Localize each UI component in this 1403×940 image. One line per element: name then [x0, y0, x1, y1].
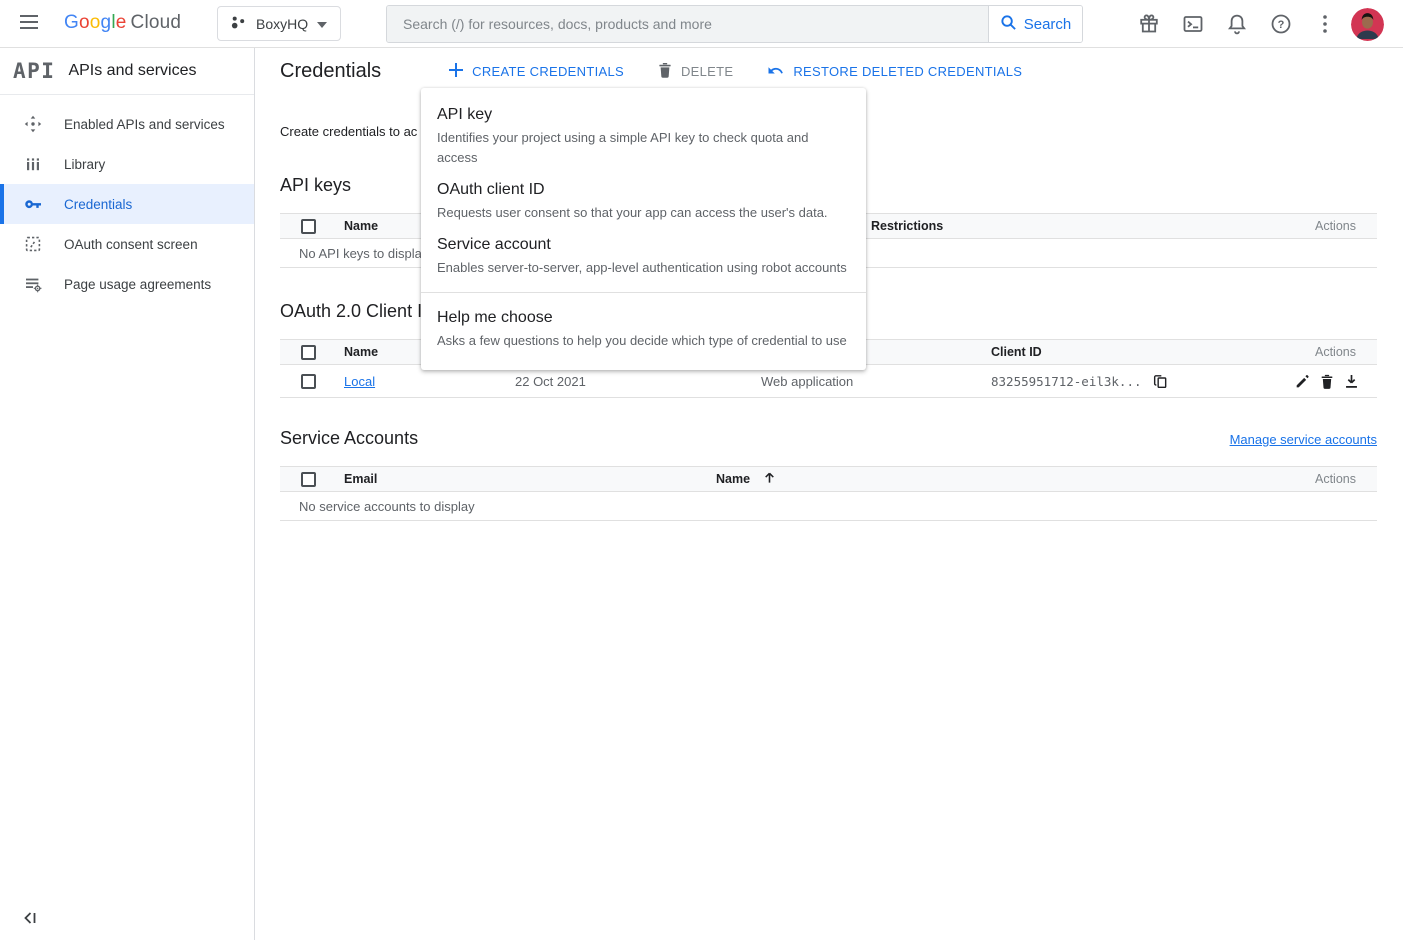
menu-item-title: OAuth client ID: [437, 178, 850, 202]
sidebar-item-library[interactable]: Library: [0, 144, 254, 184]
delete-label: DELETE: [681, 64, 733, 79]
sidebar-item-label: Enabled APIs and services: [64, 117, 225, 132]
sidebar-item-oauth-consent[interactable]: OAuth consent screen: [0, 224, 254, 264]
top-app-bar: GoogleCloud BoxyHQ Search ?: [0, 0, 1403, 48]
column-header-name: Name: [716, 472, 750, 486]
column-header-email: Email: [344, 472, 716, 486]
menu-item-description: Asks a few questions to help you decide …: [437, 331, 850, 351]
search-button[interactable]: Search: [988, 6, 1082, 42]
sidebar-item-enabled-apis[interactable]: Enabled APIs and services: [0, 104, 254, 144]
topbar-actions: ?: [1127, 0, 1387, 48]
menu-item-title: Help me choose: [437, 306, 850, 330]
column-header-restrictions: Restrictions: [871, 219, 1267, 233]
restore-deleted-credentials-button[interactable]: RESTORE DELETED CREDENTIALS: [759, 57, 1030, 86]
menu-item-description: Identifies your project using a simple A…: [437, 128, 850, 168]
sort-asc-icon: [763, 471, 776, 487]
project-icon: [230, 14, 247, 34]
menu-item-help-me-choose[interactable]: Help me choose Asks a few questions to h…: [421, 301, 866, 356]
enabled-apis-icon: [24, 115, 42, 133]
logo-letter: G: [64, 12, 79, 33]
search-icon: [1000, 14, 1017, 35]
page-title: Credentials: [280, 60, 381, 83]
search-button-label: Search: [1024, 16, 1072, 33]
creation-date-cell: 22 Oct 2021: [515, 374, 761, 389]
copy-icon[interactable]: [1151, 372, 1170, 391]
menu-item-service-account[interactable]: Service account Enables server-to-server…: [421, 228, 866, 283]
sort-by-name[interactable]: Name: [716, 471, 776, 487]
service-accounts-empty-state: No service accounts to display: [280, 492, 1377, 521]
delete-button[interactable]: DELETE: [650, 56, 741, 87]
search-input[interactable]: [387, 6, 988, 42]
help-icon[interactable]: ?: [1259, 0, 1303, 48]
menu-item-title: Service account: [437, 233, 850, 257]
logo-letter: o: [79, 12, 90, 33]
service-accounts-table-header: Email Name Actions: [280, 466, 1377, 492]
menu-icon[interactable]: [20, 15, 38, 32]
key-icon: [24, 195, 42, 213]
api-product-logo: API: [13, 59, 55, 83]
undo-icon: [767, 63, 784, 80]
oauth-client-link[interactable]: Local: [344, 374, 375, 389]
service-accounts-table: Email Name Actions No service accounts t…: [280, 466, 1377, 521]
search-bar: Search: [386, 5, 1083, 43]
menu-divider: [421, 292, 866, 293]
edit-icon[interactable]: [1293, 372, 1312, 391]
row-actions: [1267, 372, 1377, 391]
create-credentials-menu: API key Identifies your project using a …: [421, 88, 866, 370]
library-icon: [24, 155, 42, 173]
page-usage-icon: [24, 275, 42, 293]
sidebar-item-credentials[interactable]: Credentials: [0, 184, 254, 224]
restore-label: RESTORE DELETED CREDENTIALS: [793, 64, 1022, 79]
type-cell: Web application: [761, 374, 991, 389]
logo-letter: e: [116, 12, 127, 33]
menu-item-description: Requests user consent so that your app c…: [437, 203, 850, 223]
sidebar-nav: Enabled APIs and services Library Creden…: [0, 95, 254, 304]
sidebar-item-label: Library: [64, 157, 105, 172]
logo-cloud-text: Cloud: [131, 12, 182, 33]
service-accounts-heading: Service Accounts: [280, 428, 418, 449]
sidebar-title: APIs and services: [68, 62, 196, 80]
create-credentials-label: CREATE CREDENTIALS: [472, 64, 624, 79]
project-name: BoxyHQ: [256, 16, 308, 32]
google-cloud-logo[interactable]: GoogleCloud: [64, 12, 181, 34]
menu-item-title: API key: [437, 103, 850, 127]
select-all-checkbox[interactable]: [301, 219, 316, 234]
column-header-actions: Actions: [1267, 472, 1377, 486]
delete-icon[interactable]: [1318, 372, 1336, 391]
more-vert-icon[interactable]: [1303, 0, 1347, 48]
collapse-sidebar-icon[interactable]: [22, 911, 38, 928]
trash-icon: [658, 62, 672, 81]
svg-text:?: ?: [1278, 19, 1285, 31]
download-icon[interactable]: [1342, 372, 1361, 391]
chevron-down-icon: [317, 16, 327, 31]
manage-service-accounts-link[interactable]: Manage service accounts: [1230, 432, 1377, 447]
sidebar: API APIs and services Enabled APIs and s…: [0, 48, 255, 940]
gift-icon[interactable]: [1127, 0, 1171, 48]
create-credentials-button[interactable]: CREATE CREDENTIALS: [441, 57, 632, 86]
select-all-checkbox[interactable]: [301, 472, 316, 487]
avatar[interactable]: [1347, 0, 1387, 48]
row-checkbox[interactable]: [301, 374, 316, 389]
column-header-actions: Actions: [1267, 219, 1377, 233]
sidebar-item-page-usage[interactable]: Page usage agreements: [0, 264, 254, 304]
column-header-client-id: Client ID: [991, 345, 1267, 359]
menu-item-description: Enables server-to-server, app-level auth…: [437, 258, 850, 278]
cloud-shell-icon[interactable]: [1171, 0, 1215, 48]
oauth-consent-icon: [24, 235, 42, 253]
project-selector[interactable]: BoxyHQ: [217, 6, 341, 41]
sidebar-item-label: Page usage agreements: [64, 277, 211, 292]
client-id-value: 83255951712-eil3k...: [991, 374, 1142, 389]
sidebar-item-label: Credentials: [64, 197, 132, 212]
sidebar-header: API APIs and services: [0, 48, 254, 95]
logo-letter: g: [101, 12, 112, 33]
logo-letter: o: [90, 12, 101, 33]
plus-icon: [449, 63, 463, 80]
select-all-checkbox[interactable]: [301, 345, 316, 360]
notifications-icon[interactable]: [1215, 0, 1259, 48]
sidebar-item-label: OAuth consent screen: [64, 237, 198, 252]
menu-item-oauth-client-id[interactable]: OAuth client ID Requests user consent so…: [421, 173, 866, 228]
column-header-actions: Actions: [1267, 345, 1377, 359]
menu-item-api-key[interactable]: API key Identifies your project using a …: [421, 98, 866, 173]
